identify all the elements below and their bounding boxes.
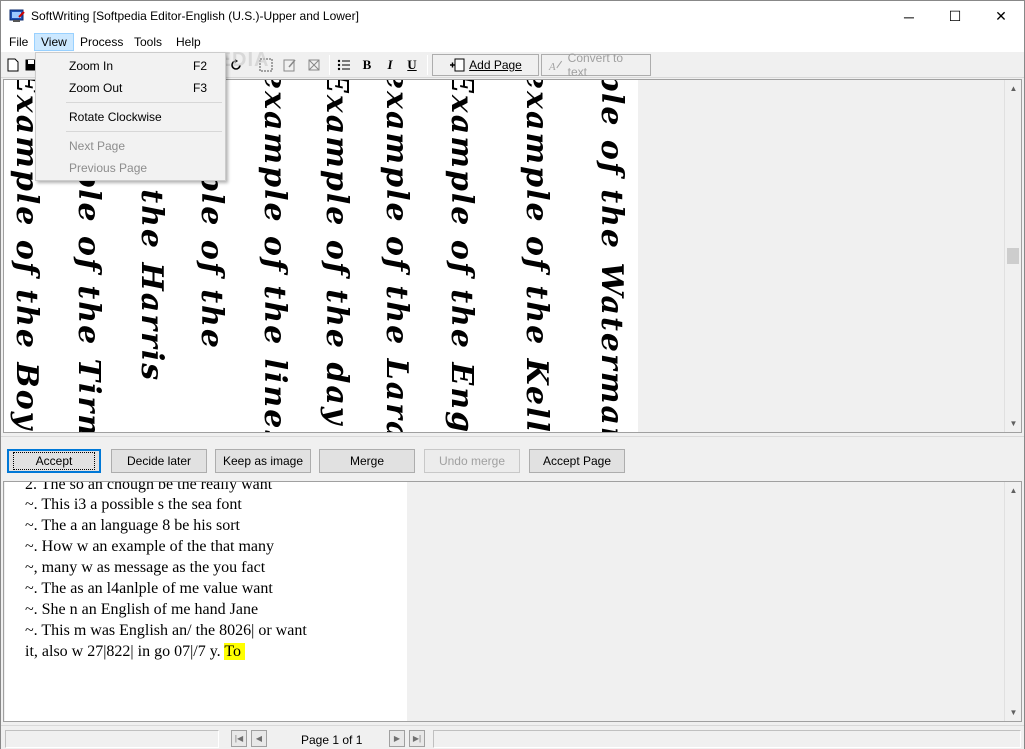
ocr-line: ~. She n an English of me hand Jane bbox=[25, 601, 259, 618]
merge-button[interactable]: Merge bbox=[319, 449, 415, 473]
edit-button[interactable] bbox=[281, 55, 299, 75]
first-page-icon: |◀ bbox=[234, 734, 244, 743]
last-page-button[interactable]: ▶| bbox=[409, 730, 425, 747]
next-page-button[interactable]: ▶ bbox=[389, 730, 405, 747]
last-page-icon: ▶| bbox=[412, 734, 422, 743]
scroll-down-icon[interactable]: ▼ bbox=[1005, 704, 1021, 721]
decide-later-button[interactable]: Decide later bbox=[111, 449, 207, 473]
toolbar-separator bbox=[427, 55, 428, 75]
crop-icon bbox=[308, 59, 320, 71]
menu-separator bbox=[66, 131, 222, 132]
view-menu-dropdown: Zoom In F2 Zoom Out F3 Rotate Clockwise … bbox=[35, 52, 226, 181]
bullet-list-button[interactable] bbox=[335, 55, 353, 75]
handwriting-line: example of the Lara fo bbox=[379, 80, 414, 432]
menu-separator bbox=[66, 102, 222, 103]
image-vertical-scrollbar[interactable]: ▲ ▼ bbox=[1004, 80, 1021, 432]
title-bar[interactable]: SoftWriting [Softpedia Editor-English (U… bbox=[1, 1, 1024, 32]
handwriting-line: example of the Kelly bbox=[519, 80, 554, 432]
previous-page-button[interactable]: ◀ bbox=[251, 730, 267, 747]
ocr-line: ~. The a an language 8 be his sort bbox=[25, 517, 240, 534]
ocr-line-last: it, also w 27|822| in go 07|/7 y. To bbox=[25, 643, 246, 661]
handwriting-line: Example of the English bbox=[444, 80, 479, 432]
window-title: SoftWriting [Softpedia Editor-English (U… bbox=[31, 9, 359, 23]
scroll-up-icon[interactable]: ▲ bbox=[1005, 482, 1021, 499]
ocr-line: ~. The as an l4anlple of me value want bbox=[25, 580, 273, 597]
bullet-list-icon bbox=[337, 59, 350, 71]
edit-icon bbox=[283, 59, 296, 72]
scroll-thumb[interactable] bbox=[1007, 248, 1019, 264]
bold-button[interactable]: B bbox=[358, 55, 376, 75]
status-field bbox=[5, 730, 219, 748]
ocr-text-area[interactable]: 2. The so an chough be the really want ~… bbox=[5, 482, 407, 721]
text-vertical-scrollbar[interactable]: ▲ ▼ bbox=[1004, 482, 1021, 721]
menu-item-zoom-in[interactable]: Zoom In F2 bbox=[38, 55, 223, 77]
menu-item-next-page[interactable]: Next Page bbox=[38, 135, 223, 157]
maximize-icon: ☐ bbox=[948, 8, 962, 24]
app-icon bbox=[9, 9, 25, 22]
first-page-button[interactable]: |◀ bbox=[231, 730, 247, 747]
ocr-line: ~. This i3 a possible s the sea font bbox=[25, 496, 242, 513]
scroll-down-icon[interactable]: ▼ bbox=[1005, 415, 1021, 432]
menu-view[interactable]: View bbox=[34, 33, 74, 51]
italic-button[interactable]: I bbox=[381, 55, 399, 75]
close-icon: ✕ bbox=[995, 8, 1007, 24]
crop-button[interactable] bbox=[305, 55, 323, 75]
convert-icon: A bbox=[548, 60, 563, 72]
handwriting-line: ple of the Waterman bbox=[594, 80, 629, 432]
accept-label: Accept bbox=[12, 452, 96, 470]
menu-file[interactable]: File bbox=[3, 33, 34, 51]
toolbar-separator bbox=[329, 55, 330, 75]
undo-merge-button[interactable]: Undo merge bbox=[424, 449, 520, 473]
maximize-button[interactable]: ☐ bbox=[932, 1, 978, 32]
accept-button[interactable]: Accept bbox=[7, 449, 101, 473]
highlighted-word[interactable]: To bbox=[224, 643, 242, 660]
action-bar: Accept Decide later Keep as image Merge … bbox=[1, 436, 1024, 481]
convert-to-text-label: Convert to text bbox=[567, 51, 624, 79]
add-page-icon bbox=[450, 58, 465, 72]
ocr-line: ~. How w an example of the that many bbox=[25, 538, 275, 555]
add-page-button[interactable]: Add Page bbox=[432, 54, 539, 76]
minimize-button[interactable]: ─ bbox=[886, 1, 932, 32]
text-panel: 2. The so an chough be the really want ~… bbox=[3, 481, 1022, 722]
ocr-line: ~. This m was English an/ the 8026| or w… bbox=[25, 622, 307, 639]
add-page-label: Add Page bbox=[469, 58, 522, 72]
close-button[interactable]: ✕ bbox=[978, 1, 1024, 32]
new-document-button[interactable] bbox=[5, 55, 21, 75]
status-bar: |◀ ◀ Page 1 of 1 ▶ ▶| bbox=[1, 725, 1024, 749]
new-document-icon bbox=[7, 58, 19, 72]
ocr-line: 2. The so an chough be the really want bbox=[25, 481, 273, 493]
keep-as-image-button[interactable]: Keep as image bbox=[215, 449, 311, 473]
menu-item-zoom-out[interactable]: Zoom Out F3 bbox=[38, 77, 223, 99]
underline-button[interactable]: U bbox=[403, 55, 421, 75]
page-indicator: Page 1 of 1 bbox=[301, 733, 363, 747]
scroll-up-icon[interactable]: ▲ bbox=[1005, 80, 1021, 97]
handwriting-line: Example of the day font bbox=[319, 80, 354, 432]
status-field bbox=[433, 730, 1021, 748]
next-page-icon: ▶ bbox=[393, 734, 401, 743]
ocr-line-text: it, also w 27|822| in go 07|/7 y. bbox=[25, 643, 225, 660]
svg-text:A: A bbox=[548, 61, 556, 72]
previous-page-icon: ◀ bbox=[255, 734, 263, 743]
menu-item-rotate-clockwise[interactable]: Rotate Clockwise bbox=[38, 106, 223, 128]
convert-to-text-button[interactable]: A Convert to text bbox=[541, 51, 651, 79]
menu-process[interactable]: Process bbox=[74, 33, 129, 51]
handwriting-line: example of the lines fo bbox=[257, 80, 292, 432]
menu-item-previous-page[interactable]: Previous Page bbox=[38, 157, 223, 179]
ocr-line: ~, many w as message as the you fact bbox=[25, 559, 266, 576]
minimize-icon: ─ bbox=[904, 8, 914, 25]
app-window: SoftWriting [Softpedia Editor-English (U… bbox=[0, 0, 1025, 749]
accept-page-button[interactable]: Accept Page bbox=[529, 449, 625, 473]
